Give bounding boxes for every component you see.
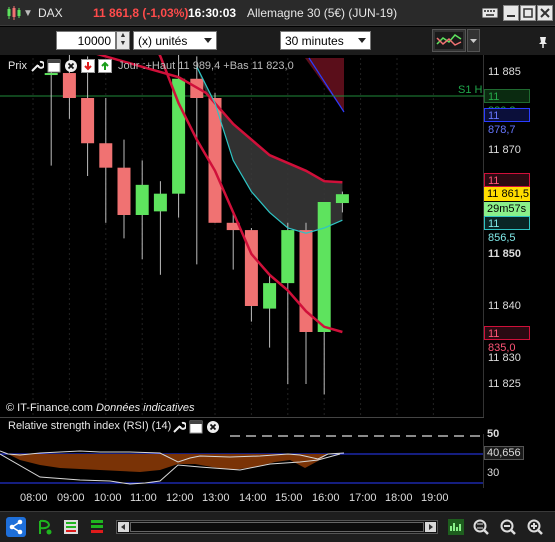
credit-text: © IT-Finance.com — [6, 402, 93, 414]
last-price-tag: 11 861,5 — [484, 187, 530, 201]
rsi-value-tag: 40,656 — [484, 446, 524, 460]
maximize-icon[interactable] — [520, 5, 536, 21]
clock: 16:30:03 — [188, 6, 237, 20]
bullish-candle[interactable] — [172, 78, 186, 194]
scroll-left-button[interactable] — [118, 522, 129, 532]
time-tick: 17:00 — [349, 492, 377, 504]
window-icon[interactable] — [47, 59, 61, 73]
rsi-title: Relative strength index (RSI) (14) — [8, 420, 172, 432]
time-tick: 14:00 — [239, 492, 267, 504]
time-tick: 19:00 — [421, 492, 449, 504]
time-tick: 15:00 — [275, 492, 303, 504]
price-change: 11 861,8 (-1,03%) — [93, 6, 189, 20]
window-icon[interactable] — [189, 420, 203, 434]
scroll-thumb[interactable] — [130, 522, 424, 532]
close-panel-icon[interactable] — [206, 420, 220, 434]
chevron-down-icon — [358, 38, 366, 43]
list-icon[interactable] — [62, 518, 80, 536]
wrench-icon[interactable] — [30, 59, 44, 73]
time-tick: 09:00 — [57, 492, 85, 504]
y-tick: 11 825 — [488, 378, 521, 390]
bottom-toolbar — [0, 511, 555, 542]
time-tick: 13:00 — [202, 492, 230, 504]
top-bar: ▼ DAX 11 861,8 (-1,03%) 16:30:03 Allemag… — [0, 0, 555, 26]
time-tick: 08:00 — [20, 492, 48, 504]
zoom-reset-icon[interactable] — [472, 518, 490, 536]
drawing-tools-dropdown[interactable] — [467, 29, 480, 52]
price-chart[interactable] — [0, 55, 555, 417]
bullish-candle[interactable] — [153, 193, 167, 212]
bullish-candle[interactable] — [317, 202, 331, 332]
y-tick: 11 850 — [488, 248, 522, 260]
unit-select[interactable]: (x) unités — [133, 31, 217, 50]
data-credit: © IT-Finance.com Données indicatives — [6, 402, 194, 414]
sell-order-icon[interactable] — [81, 59, 95, 73]
chevron-down-icon[interactable]: ▼ — [23, 8, 33, 19]
blue-value-tag: 11 878,7 — [484, 108, 530, 136]
chart-scrollbar[interactable] — [116, 520, 438, 534]
order-options-bar: 10000 ▲ ▼ (x) unités 30 minutes — [0, 27, 555, 55]
rsi-chart[interactable] — [0, 434, 555, 488]
close-icon[interactable] — [537, 5, 553, 21]
fit-chart-icon[interactable] — [447, 518, 465, 536]
middle-value-tag: 11 856,5 — [484, 216, 530, 244]
quantity-stepper[interactable]: ▲ ▼ — [116, 31, 130, 50]
pin-icon[interactable] — [536, 35, 550, 49]
close-panel-icon[interactable] — [64, 59, 78, 73]
unit-select-value: (x) unités — [138, 34, 188, 48]
price-panel-title: Prix — [8, 60, 27, 72]
rsi-tick: 30 — [487, 467, 500, 479]
quantity-input[interactable]: 10000 — [56, 31, 116, 50]
panel-divider — [0, 417, 484, 418]
ticker: DAX — [38, 6, 63, 20]
time-axis: 08:00 09:00 10:00 11:00 12:00 13:00 14:0… — [0, 490, 485, 508]
indicators-icon — [435, 32, 463, 49]
instrument-name: Allemagne 30 (5€) (JUN-19) — [247, 6, 398, 20]
y-tick: 11 885 — [488, 66, 521, 78]
minimize-icon[interactable] — [503, 5, 519, 21]
bullish-candle[interactable] — [281, 230, 295, 284]
y-tick: 11 870 — [488, 144, 521, 156]
alert-icon[interactable] — [36, 518, 54, 536]
time-tick: 16:00 — [312, 492, 340, 504]
lower-band-tag: 11 835,0 — [484, 326, 530, 354]
day-range-info: Jour :+Haut 11 989,4 +Bas 11 823,0 — [118, 60, 294, 72]
wrench-icon[interactable] — [172, 420, 186, 434]
credit-note: Données indicatives — [96, 402, 195, 414]
time-tick: 10:00 — [94, 492, 122, 504]
y-tick: 11 840 — [488, 300, 521, 312]
rsi-tick: 50 — [487, 428, 500, 440]
chevron-down-icon — [204, 38, 212, 43]
scroll-right-button[interactable] — [425, 522, 436, 532]
timeframe-select[interactable]: 30 minutes — [280, 31, 371, 50]
s1-value-tag: 11 880,3 — [484, 89, 530, 117]
upper-band-tag: 11 863,8 — [484, 173, 530, 201]
countdown-tag: 29m57s — [484, 202, 530, 216]
time-tick: 18:00 — [385, 492, 413, 504]
time-tick: 11:00 — [130, 492, 157, 504]
bearish-candle[interactable] — [62, 73, 76, 98]
zoom-in-icon[interactable] — [526, 518, 544, 536]
bullish-candle[interactable] — [44, 73, 58, 76]
keyboard-icon[interactable] — [482, 5, 498, 21]
buy-order-icon[interactable] — [98, 59, 112, 73]
timeframe-select-value: 30 minutes — [285, 34, 344, 48]
bearish-candle[interactable] — [81, 98, 95, 144]
bullish-candle[interactable] — [335, 194, 349, 204]
candlestick-icon[interactable] — [6, 5, 22, 21]
bearish-candle[interactable] — [117, 167, 131, 215]
bullish-candle[interactable] — [263, 283, 277, 309]
drawing-tools-button[interactable] — [432, 29, 466, 52]
s1-label: S1 H — [458, 84, 483, 96]
time-tick: 12:00 — [166, 492, 194, 504]
zoom-out-icon[interactable] — [499, 518, 517, 536]
orders-icon[interactable] — [88, 518, 106, 536]
bearish-candle[interactable] — [99, 143, 113, 168]
bullish-candle[interactable] — [135, 184, 149, 215]
share-icon[interactable] — [6, 517, 26, 537]
